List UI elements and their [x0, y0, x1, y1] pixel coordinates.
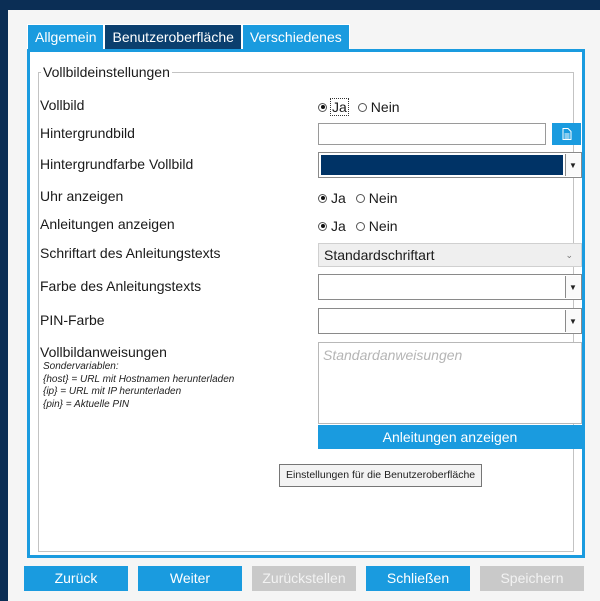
special-variables-help: Sondervariablen: {host} = URL mit Hostna…: [40, 361, 234, 411]
document-icon: [562, 128, 571, 140]
label-hintergrundbild: Hintergrundbild: [40, 125, 135, 141]
help-line: {pin} = Aktuelle PIN: [43, 398, 130, 410]
help-line: {ip} = URL mit IP herunterladen: [43, 386, 182, 397]
radio-checked-icon: [318, 221, 327, 231]
radio-group-uhr: Ja Nein: [318, 186, 408, 210]
radio-checked-icon: [318, 102, 327, 112]
radio-label-nein: Nein: [368, 218, 398, 234]
help-line: {host} = URL mit Hostnamen herunterladen: [43, 373, 235, 385]
radio-group-vollbild: Ja Nein: [318, 95, 410, 119]
row-schriftart: Schriftart des Anleitungstexts Standards…: [40, 243, 582, 267]
color-swatch: [321, 155, 563, 175]
label-anleitungen: Anleitungen anzeigen: [40, 216, 175, 232]
hintergrundbild-control: [318, 123, 581, 145]
tab-panel: Vollbildeinstellungen Vollbild Ja Nein H…: [27, 49, 585, 558]
tab-allgemein[interactable]: Allgemein: [27, 24, 105, 49]
tab-benutzeroberflaeche[interactable]: Benutzeroberfläche: [104, 24, 242, 49]
pin-farbe-picker[interactable]: ▼: [318, 308, 582, 334]
radio-label-ja: Ja: [331, 218, 346, 234]
tab-verschiedenes[interactable]: Verschiedenes: [241, 24, 350, 49]
chevron-down-icon[interactable]: ▼: [565, 154, 580, 176]
label-anweisungen: Vollbildanweisungen: [40, 344, 167, 360]
radio-group-anleitungen: Ja Nein: [318, 214, 408, 238]
radio-vollbild-nein[interactable]: Nein: [357, 99, 400, 115]
radio-unchecked-icon: [357, 102, 367, 112]
dialog-window: Allgemein Benutzeroberfläche Verschieden…: [8, 8, 600, 601]
radio-vollbild-ja[interactable]: Ja: [318, 98, 349, 116]
help-line: Sondervariablen:: [43, 361, 119, 372]
chevron-down-icon: ⌄: [565, 250, 573, 260]
defer-button[interactable]: Zurückstellen: [252, 566, 356, 591]
row-hintergrundfarbe: Hintergrundfarbe Vollbild ▼: [40, 152, 582, 180]
radio-anleitungen-nein[interactable]: Nein: [355, 218, 398, 234]
chevron-down-icon[interactable]: ▼: [565, 310, 580, 332]
row-anleitungen: Anleitungen anzeigen Ja Nein: [40, 214, 570, 238]
label-farbe-text: Farbe des Anleitungstexts: [40, 278, 202, 294]
radio-label-nein: Nein: [370, 99, 400, 115]
radio-unchecked-icon: [355, 221, 365, 231]
row-anweisungen: Vollbildanweisungen Sondervariablen: {ho…: [40, 342, 582, 432]
anweisungen-label-block: Vollbildanweisungen Sondervariablen: {ho…: [40, 342, 234, 411]
next-button[interactable]: Weiter: [138, 566, 242, 591]
radio-label-ja: Ja: [330, 98, 349, 116]
tooltip: Einstellungen für die Benutzeroberfläche: [279, 464, 483, 487]
radio-anleitungen-ja[interactable]: Ja: [318, 218, 346, 234]
label-vollbild: Vollbild: [40, 97, 85, 113]
group-legend: Vollbildeinstellungen: [43, 64, 170, 80]
radio-label-ja: Ja: [331, 190, 346, 206]
browse-button[interactable]: [552, 123, 581, 145]
save-button[interactable]: Speichern: [480, 566, 584, 591]
row-uhr: Uhr anzeigen Ja Nein: [40, 186, 570, 210]
back-button[interactable]: Zurück: [24, 566, 128, 591]
anweisungen-textarea[interactable]: Standardanweisungen: [318, 342, 582, 424]
radio-unchecked-icon: [355, 193, 365, 203]
row-hintergrundbild: Hintergrundbild: [40, 123, 581, 147]
row-farbe-text: Farbe des Anleitungstexts ▼: [40, 274, 582, 302]
radio-uhr-nein[interactable]: Nein: [355, 190, 398, 206]
schriftart-select[interactable]: Standardschriftart ⌄: [318, 243, 582, 267]
label-schriftart: Schriftart des Anleitungstexts: [40, 245, 221, 261]
farbe-text-picker[interactable]: ▼: [318, 274, 582, 300]
tab-bar: Allgemein Benutzeroberfläche Verschieden…: [27, 24, 350, 49]
radio-uhr-ja[interactable]: Ja: [318, 190, 346, 206]
radio-checked-icon: [318, 193, 327, 203]
label-hintergrundfarbe: Hintergrundfarbe Vollbild: [40, 156, 194, 172]
close-button[interactable]: Schließen: [366, 566, 470, 591]
label-uhr: Uhr anzeigen: [40, 188, 124, 204]
bottom-button-bar: Zurück Weiter Zurückstellen Schließen Sp…: [24, 566, 584, 591]
row-pin-farbe: PIN-Farbe ▼: [40, 308, 582, 336]
color-swatch: [321, 311, 563, 331]
show-instructions-button[interactable]: Anleitungen anzeigen: [318, 425, 582, 449]
textarea-placeholder: Standardanweisungen: [323, 347, 463, 363]
chevron-down-icon[interactable]: ▼: [565, 276, 580, 298]
hintergrundbild-input[interactable]: [318, 123, 546, 145]
select-value: Standardschriftart: [324, 247, 435, 263]
color-swatch: [321, 277, 563, 297]
row-show-button: Anleitungen anzeigen: [40, 425, 582, 449]
label-pin-farbe: PIN-Farbe: [40, 312, 105, 328]
row-vollbild: Vollbild Ja Nein: [40, 95, 570, 119]
radio-label-nein: Nein: [368, 190, 398, 206]
hintergrundfarbe-picker[interactable]: ▼: [318, 152, 582, 178]
